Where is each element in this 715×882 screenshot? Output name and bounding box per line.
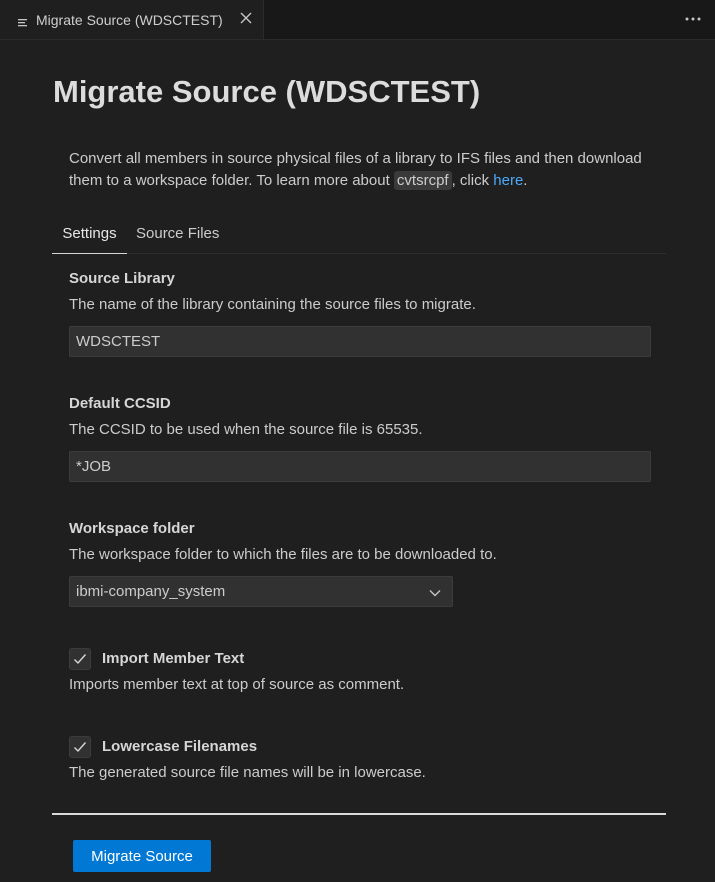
chevron-down-icon <box>428 586 442 598</box>
intro-text-start: Convert all members in source physical f… <box>69 150 642 189</box>
more-actions-icon[interactable] <box>683 11 703 27</box>
tab-settings[interactable]: Settings <box>52 214 127 254</box>
tab-title: Migrate Source (WDSCTEST) <box>36 11 223 28</box>
tab-source-files[interactable]: Source Files <box>136 214 219 253</box>
lowercase-filenames-description: The generated source file names will be … <box>69 764 426 781</box>
workspace-folder-select[interactable]: ibmi-company_system <box>69 576 453 607</box>
migrate-source-button[interactable]: Migrate Source <box>73 840 211 872</box>
close-icon[interactable] <box>238 10 254 26</box>
checkmark-icon <box>74 654 87 665</box>
default-ccsid-description: The CCSID to be used when the source fil… <box>69 421 423 438</box>
intro-text: Convert all members in source physical f… <box>69 148 649 192</box>
file-lines-icon <box>18 15 28 26</box>
import-member-text-label[interactable]: Import Member Text <box>102 650 244 667</box>
workspace-folder-label: Workspace folder <box>69 520 195 537</box>
default-ccsid-input[interactable] <box>69 451 651 482</box>
lowercase-filenames-checkbox[interactable] <box>69 736 91 758</box>
workspace-folder-description: The workspace folder to which the files … <box>69 546 497 563</box>
import-member-text-description: Imports member text at top of source as … <box>69 676 405 693</box>
source-library-input[interactable] <box>69 326 651 357</box>
intro-text-end: . <box>523 172 528 189</box>
command-code-chip: cvtsrcpf <box>393 171 452 190</box>
section-divider <box>52 813 666 815</box>
learn-more-link[interactable]: here <box>493 172 523 189</box>
import-member-text-checkbox[interactable] <box>69 648 91 670</box>
lowercase-filenames-label[interactable]: Lowercase Filenames <box>102 738 257 755</box>
source-library-label: Source Library <box>69 270 175 287</box>
intro-text-middle: , click <box>451 172 494 189</box>
panel-tab-bar: Settings Source Files <box>52 214 666 254</box>
source-library-description: The name of the library containing the s… <box>69 296 476 313</box>
editor-tab-bar: Migrate Source (WDSCTEST) <box>0 0 715 40</box>
editor-tab-migrate-source[interactable]: Migrate Source (WDSCTEST) <box>0 0 264 39</box>
page-title: Migrate Source (WDSCTEST) <box>53 74 481 109</box>
workspace-folder-selected-value: ibmi-company_system <box>76 583 226 600</box>
default-ccsid-label: Default CCSID <box>69 395 171 412</box>
checkmark-icon <box>74 742 87 753</box>
